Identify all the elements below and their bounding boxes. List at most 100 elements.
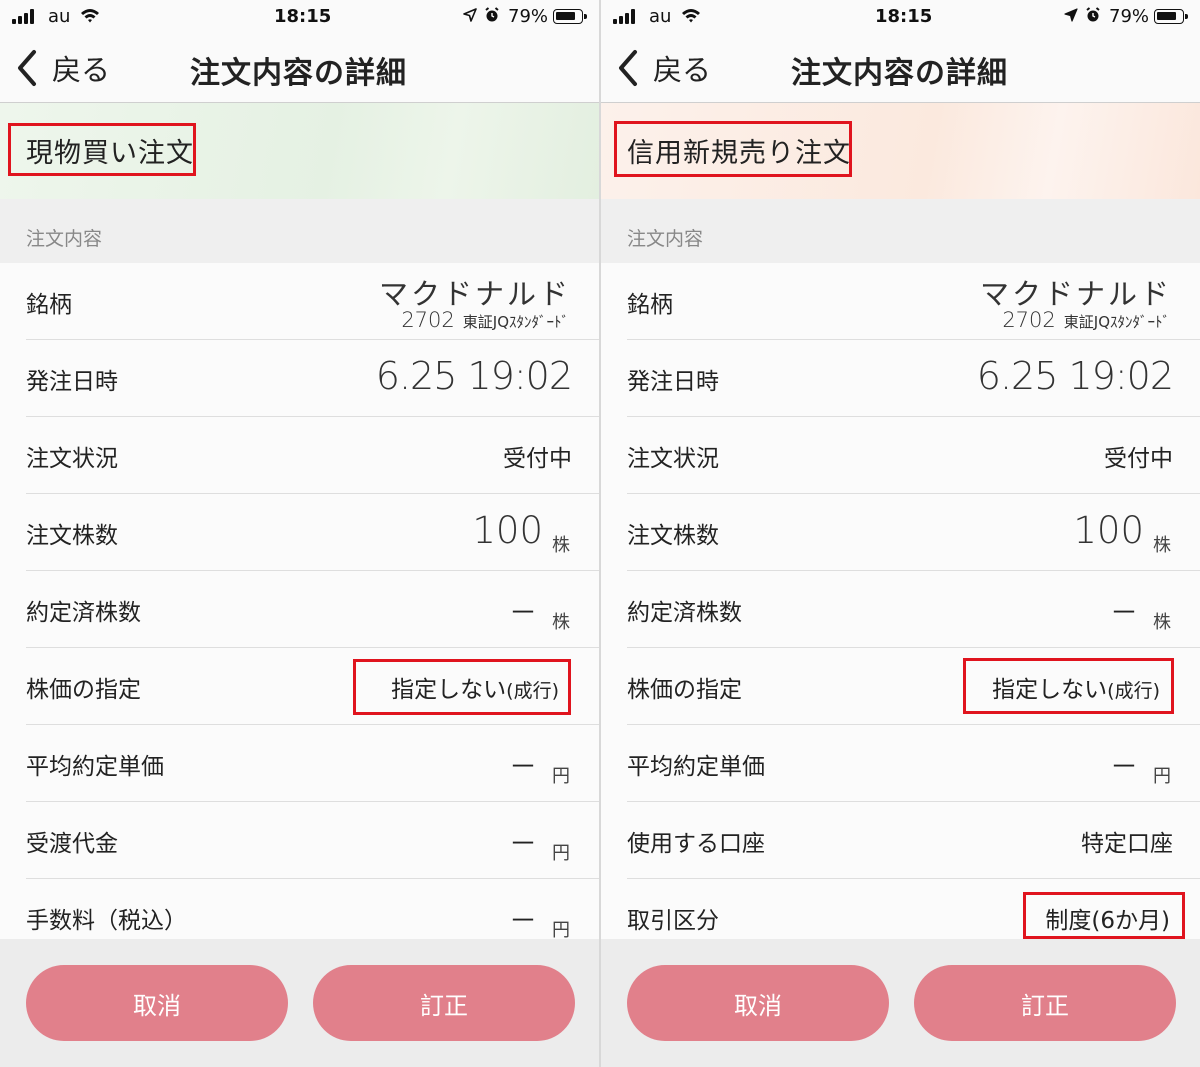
highlight-box — [963, 658, 1174, 714]
order-datetime-label: 発注日時 — [26, 369, 118, 395]
stock-name: マクドナルド — [378, 277, 571, 311]
back-button[interactable]: 戻る — [615, 48, 711, 88]
order-type-banner: 信用新規売り注文 — [601, 103, 1200, 199]
row-executed-quantity: 約定済株数 － 株 — [627, 571, 1200, 648]
section-title: 注文内容 — [627, 228, 704, 250]
row-average-price: 平均約定単価 － 円 — [26, 725, 599, 802]
row-order-status: 注文状況 受付中 — [26, 417, 599, 494]
highlight-box — [614, 121, 852, 177]
row-stock: 銘柄 マクドナルド 2702 東証JQｽﾀﾝﾀﾞｰﾄﾞ — [26, 263, 599, 340]
nav-bar: 戻る 注文内容の詳細 — [601, 34, 1200, 103]
cancel-button[interactable]: 取消 — [627, 965, 889, 1041]
account-value: 特定口座 — [1081, 831, 1173, 857]
edit-button[interactable]: 訂正 — [914, 965, 1176, 1041]
executed-quantity-value: － — [508, 596, 537, 629]
left-screen: au 18:15 79% 戻る 注文内容の詳細 現物買い注文 注文内容 銘柄 マ… — [0, 0, 599, 1067]
executed-quantity-label: 約定済株数 — [26, 600, 141, 626]
row-price-spec: 株価の指定 指定しない(成行) — [627, 648, 1200, 725]
status-bar: au 18:15 79% — [601, 0, 1200, 34]
signal-icon — [12, 9, 40, 24]
row-order-status: 注文状況 受付中 — [627, 417, 1200, 494]
executed-quantity-value: － — [1109, 596, 1138, 629]
row-quantity: 注文株数 100 株 — [627, 494, 1200, 571]
page-title: 注文内容の詳細 — [791, 56, 1008, 91]
row-price-spec: 株価の指定 指定しない(成行) — [26, 648, 599, 725]
order-detail-list: 銘柄 マクドナルド 2702 東証JQｽﾀﾝﾀﾞｰﾄﾞ 発注日時 6.25 19:… — [601, 263, 1200, 939]
carrier-name: au — [649, 6, 672, 27]
quantity-label: 注文株数 — [26, 523, 118, 549]
action-footer: 取消 訂正 — [0, 939, 599, 1067]
section-header: 注文内容 — [0, 199, 599, 263]
quantity-unit: 株 — [552, 535, 570, 556]
location-icon — [463, 8, 477, 22]
trade-class-label: 取引区分 — [627, 908, 719, 934]
fee-value: － — [508, 904, 537, 937]
row-account: 使用する口座 特定口座 — [627, 802, 1200, 879]
action-footer: 取消 訂正 — [601, 939, 1200, 1067]
quantity-value: 100 — [472, 509, 543, 552]
order-detail-list: 銘柄 マクドナルド 2702 東証JQｽﾀﾝﾀﾞｰﾄﾞ 発注日時 6.25 19:… — [0, 263, 599, 941]
back-button[interactable]: 戻る — [14, 48, 110, 88]
quantity-label: 注文株数 — [627, 523, 719, 549]
battery-icon — [1154, 9, 1188, 24]
wifi-icon — [81, 9, 99, 23]
signal-icon — [613, 9, 641, 24]
stock-code-market: 2702 東証JQｽﾀﾝﾀﾞｰﾄﾞ — [401, 308, 569, 332]
section-header: 注文内容 — [601, 199, 1200, 263]
settlement-value: － — [508, 827, 537, 860]
alarm-icon — [485, 7, 499, 22]
row-average-price: 平均約定単価 － 円 — [627, 725, 1200, 802]
highlight-box — [1023, 892, 1185, 939]
fee-label: 手数料（税込） — [26, 908, 187, 934]
page-title: 注文内容の詳細 — [190, 56, 407, 91]
price-spec-label: 株価の指定 — [627, 677, 742, 703]
average-price-value: － — [1109, 750, 1138, 783]
back-label: 戻る — [52, 53, 111, 87]
chevron-left-icon — [18, 50, 36, 86]
stock-code: 2702 — [401, 308, 455, 332]
nav-bar: 戻る 注文内容の詳細 — [0, 34, 599, 103]
battery-icon — [553, 9, 587, 24]
clock: 18:15 — [274, 6, 332, 27]
settlement-unit: 円 — [552, 843, 570, 864]
cancel-button[interactable]: 取消 — [26, 965, 288, 1041]
section-title: 注文内容 — [26, 228, 103, 250]
order-datetime-label: 発注日時 — [627, 369, 719, 395]
row-order-datetime: 発注日時 6.25 19:02 — [627, 340, 1200, 417]
average-price-value: － — [508, 750, 537, 783]
carrier-name: au — [48, 6, 71, 27]
highlight-box — [8, 123, 196, 176]
row-quantity: 注文株数 100 株 — [26, 494, 599, 571]
average-price-unit: 円 — [552, 766, 570, 787]
order-status-label: 注文状況 — [627, 446, 719, 472]
alarm-icon — [1086, 7, 1100, 22]
stock-code: 2702 — [1002, 308, 1056, 332]
order-status-value: 受付中 — [503, 446, 572, 472]
price-spec-label: 株価の指定 — [26, 677, 141, 703]
order-status-value: 受付中 — [1104, 446, 1173, 472]
row-order-datetime: 発注日時 6.25 19:02 — [26, 340, 599, 417]
order-type-banner: 現物買い注文 — [0, 103, 599, 199]
right-screen: au 18:15 79% 戻る 注文内容の詳細 信用新規売り注文 注文内容 銘柄… — [601, 0, 1200, 1067]
executed-quantity-label: 約定済株数 — [627, 600, 742, 626]
stock-market: 東証JQｽﾀﾝﾀﾞｰﾄﾞ — [462, 313, 569, 331]
battery-percent: 79% — [508, 6, 549, 27]
account-label: 使用する口座 — [627, 831, 765, 857]
quantity-unit: 株 — [1153, 535, 1171, 556]
stock-code-market: 2702 東証JQｽﾀﾝﾀﾞｰﾄﾞ — [1002, 308, 1170, 332]
stock-label: 銘柄 — [26, 292, 72, 318]
settlement-label: 受渡代金 — [26, 831, 118, 857]
status-bar: au 18:15 79% — [0, 0, 599, 34]
row-settlement: 受渡代金 － 円 — [26, 802, 599, 879]
quantity-value: 100 — [1073, 509, 1144, 552]
highlight-box — [353, 659, 571, 715]
average-price-label: 平均約定単価 — [627, 754, 765, 780]
back-label: 戻る — [653, 53, 712, 87]
stock-name: マクドナルド — [979, 277, 1172, 311]
average-price-label: 平均約定単価 — [26, 754, 164, 780]
average-price-unit: 円 — [1153, 766, 1171, 787]
chevron-left-icon — [619, 50, 637, 86]
order-status-label: 注文状況 — [26, 446, 118, 472]
edit-button[interactable]: 訂正 — [313, 965, 575, 1041]
order-datetime-value: 6.25 19:02 — [976, 354, 1174, 398]
